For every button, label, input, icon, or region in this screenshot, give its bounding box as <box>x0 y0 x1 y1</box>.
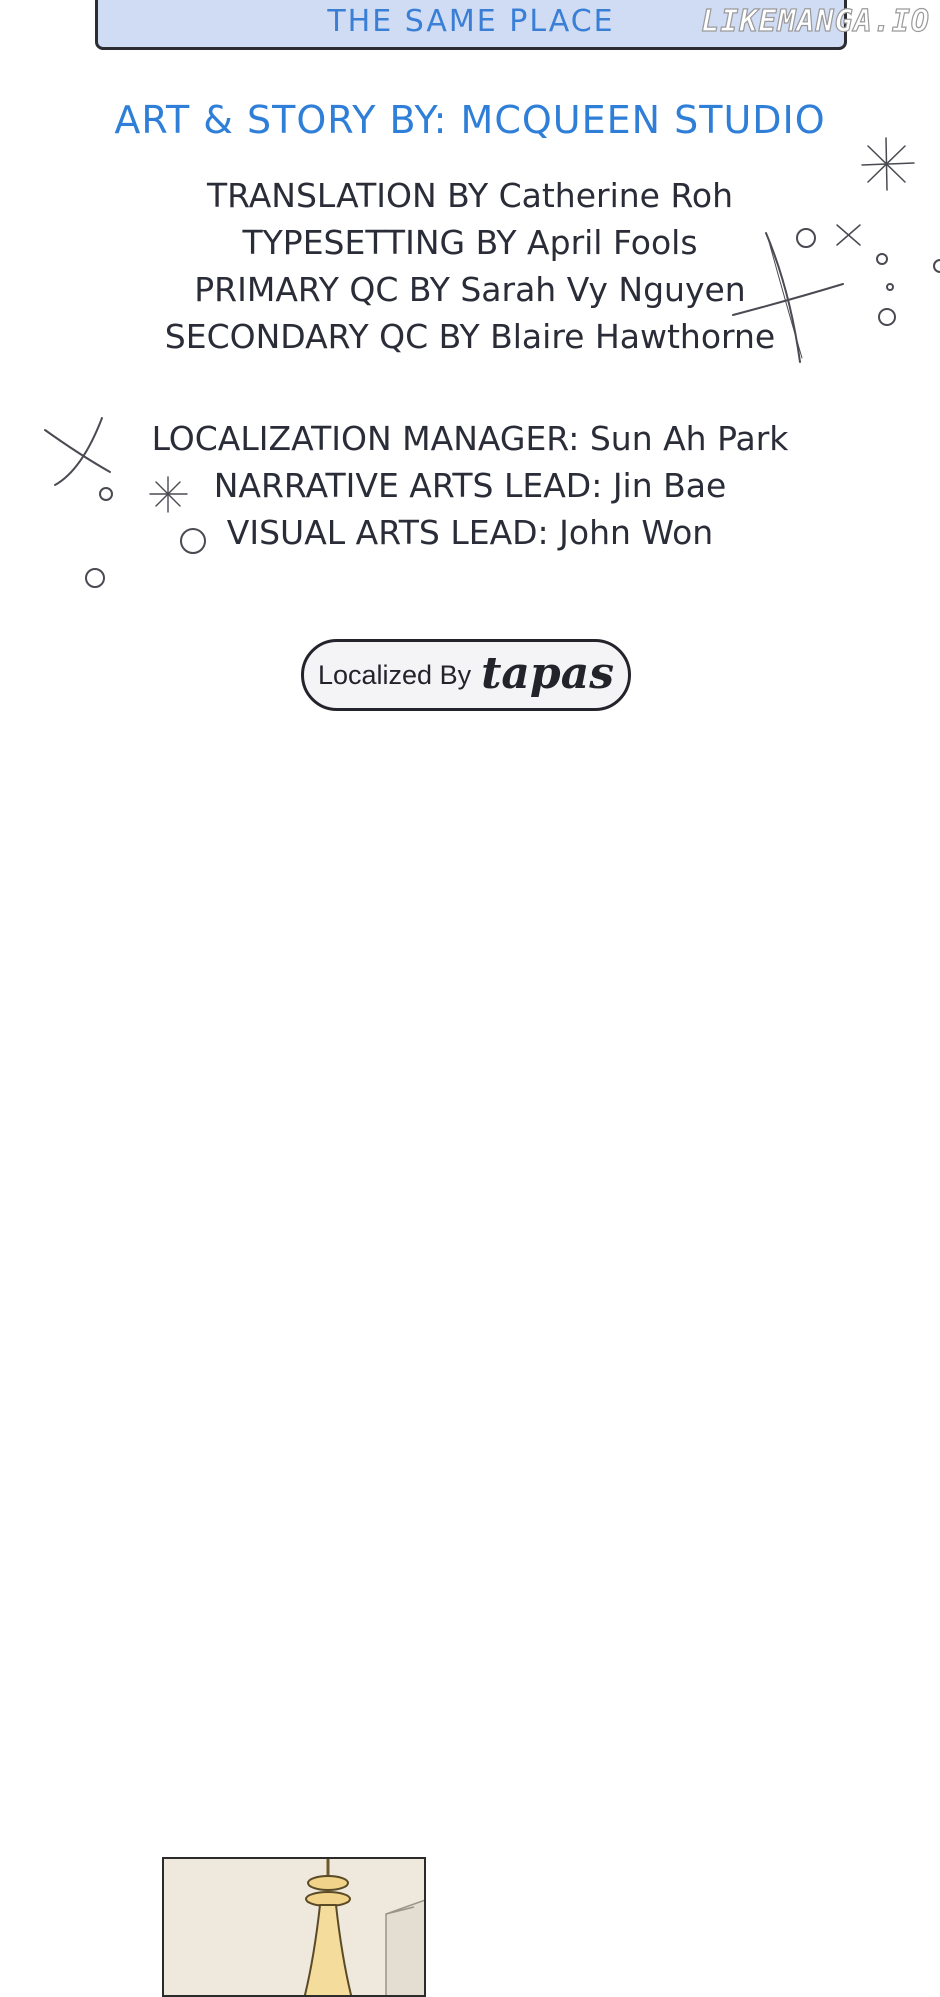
sparkle-icon <box>732 232 844 363</box>
star-icon <box>861 137 915 191</box>
localized-by-badge[interactable]: Localized By tapas <box>301 639 631 711</box>
comic-panel <box>162 1857 426 1997</box>
bubble-icon <box>933 259 940 273</box>
star-icon <box>836 224 861 246</box>
bubble-icon <box>878 308 896 326</box>
bubble-icon <box>85 568 105 588</box>
chandelier-illustration <box>164 1859 424 1995</box>
bubble-icon <box>99 487 113 501</box>
sparkle-icon <box>44 417 111 486</box>
sparkle-decorations <box>44 137 940 588</box>
badge-prefix: Localized By <box>318 659 472 690</box>
tapas-logo: tapas <box>481 647 614 699</box>
bubble-icon <box>886 283 894 291</box>
star-icon <box>149 476 188 513</box>
bubble-icon <box>876 253 888 265</box>
bubble-icon <box>796 228 816 248</box>
bubble-icon <box>180 528 206 554</box>
